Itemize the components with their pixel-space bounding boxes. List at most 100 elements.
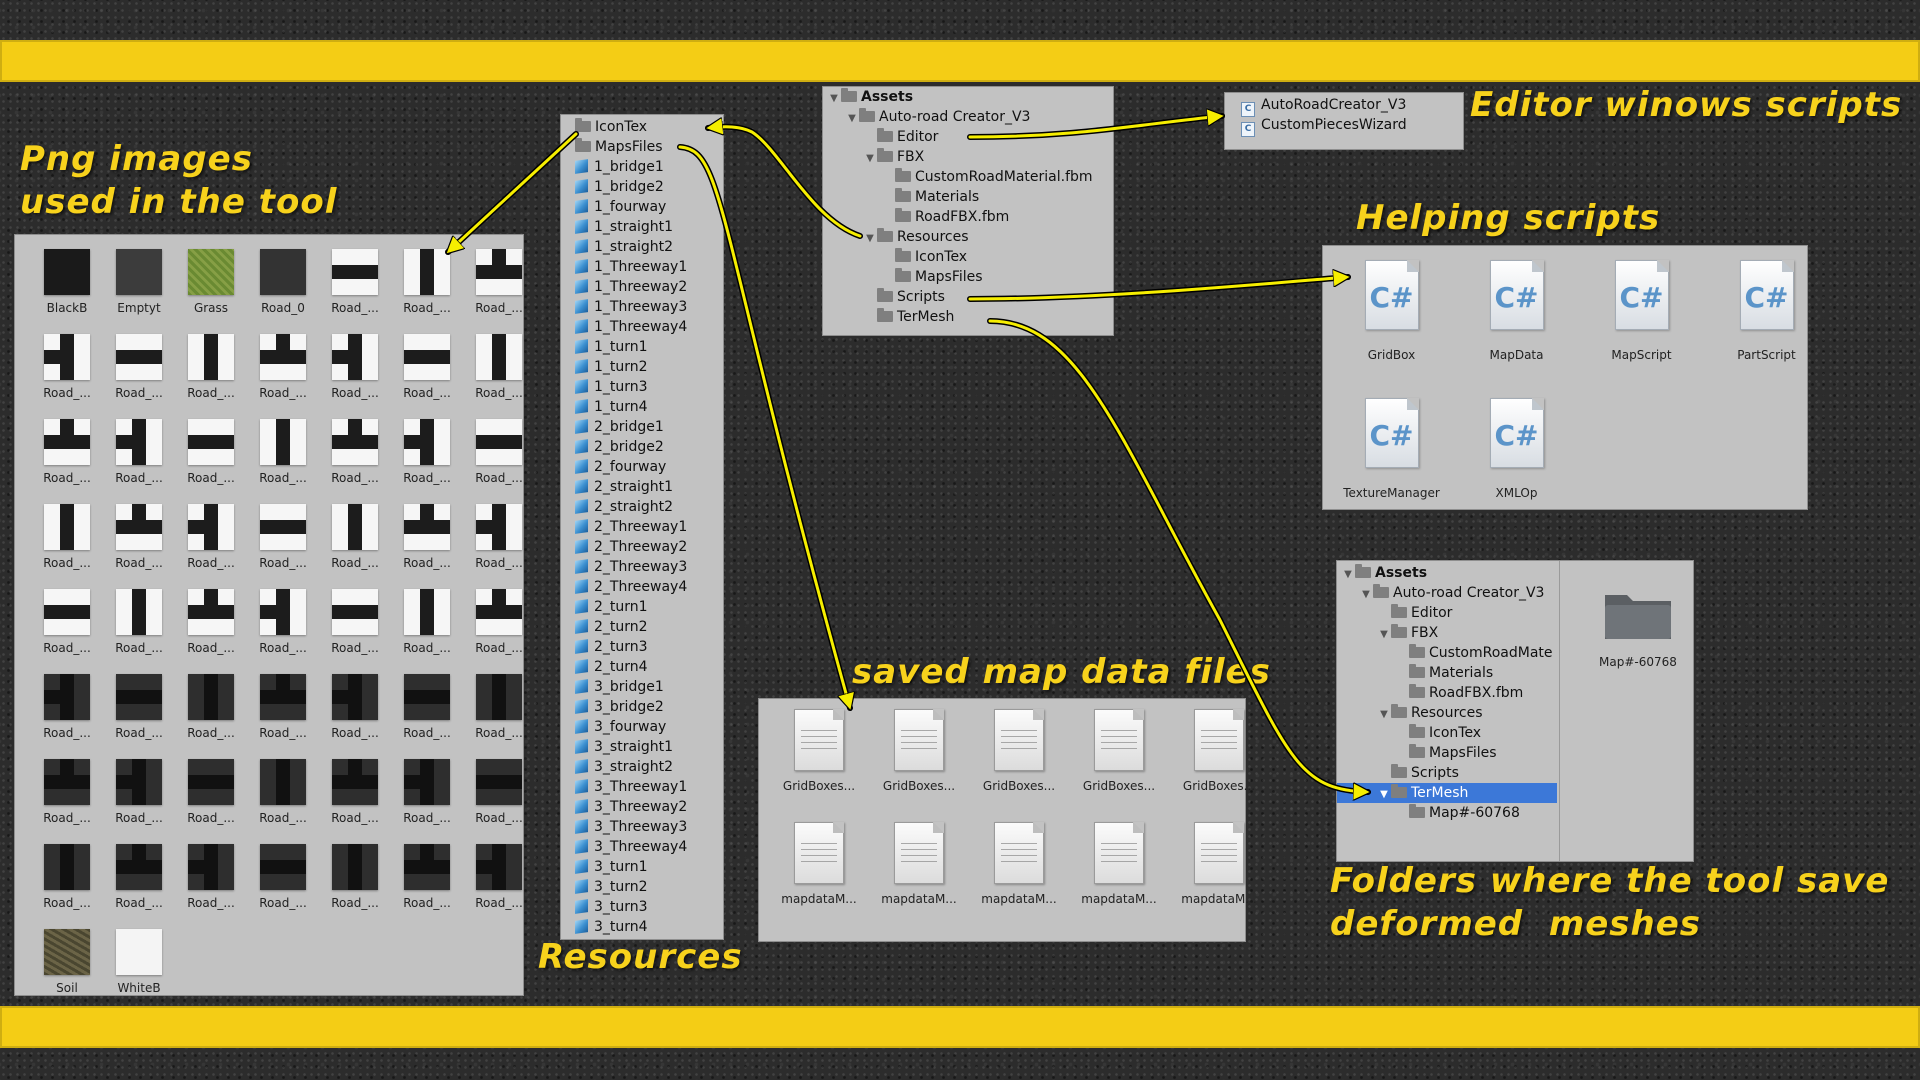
resource-prefab-item[interactable]: 3_straight2: [561, 757, 723, 777]
resource-prefab-item[interactable]: 3_turn4: [561, 917, 723, 937]
resource-prefab-item[interactable]: 1_Threeway4: [561, 317, 723, 337]
csharp-script-item[interactable]: C# PartScript: [1704, 260, 1829, 398]
resource-prefab-item[interactable]: 3_Threeway1: [561, 777, 723, 797]
expand-triangle-icon[interactable]: ▼: [827, 89, 841, 109]
texture-item[interactable]: Road_...: [319, 589, 391, 674]
tree-item[interactable]: ▼ Assets: [1337, 563, 1557, 583]
tree-item[interactable]: ▼ FBX: [1337, 623, 1557, 643]
texture-item[interactable]: Road_...: [247, 759, 319, 844]
tree-item[interactable]: ▼ Auto-road Creator_V3: [1337, 583, 1557, 603]
resource-prefab-item[interactable]: 1_fourway: [561, 197, 723, 217]
texture-item[interactable]: Emptyt: [103, 249, 175, 334]
texture-item[interactable]: Road_...: [31, 419, 103, 504]
expand-triangle-icon[interactable]: ▼: [863, 229, 877, 249]
texture-item[interactable]: Road_...: [31, 674, 103, 759]
expand-triangle-icon[interactable]: ▼: [1359, 585, 1373, 605]
texture-item[interactable]: Road_...: [391, 844, 463, 929]
texture-item[interactable]: Road_...: [247, 844, 319, 929]
texture-item[interactable]: Road_...: [391, 334, 463, 419]
resource-prefab-item[interactable]: 1_Threeway3: [561, 297, 723, 317]
resource-prefab-item[interactable]: 1_Threeway2: [561, 277, 723, 297]
texture-item[interactable]: Road_...: [103, 589, 175, 674]
texture-item[interactable]: Road_...: [319, 759, 391, 844]
texture-item[interactable]: BlackB: [31, 249, 103, 334]
expand-triangle-icon[interactable]: ▼: [863, 149, 877, 169]
resource-prefab-item[interactable]: 1_turn3: [561, 377, 723, 397]
tree-item[interactable]: ▼ TerMesh: [1337, 783, 1557, 803]
resource-prefab-item[interactable]: 3_straight1: [561, 737, 723, 757]
texture-item[interactable]: Road_...: [319, 249, 391, 334]
texture-item[interactable]: Road_...: [391, 674, 463, 759]
map-data-file[interactable]: mapdataM...: [769, 814, 869, 927]
texture-item[interactable]: Road_...: [175, 334, 247, 419]
resource-prefab-item[interactable]: 3_Threeway3: [561, 817, 723, 837]
texture-item[interactable]: Road_...: [103, 844, 175, 929]
csharp-script-item[interactable]: C# TextureManager: [1329, 398, 1454, 536]
texture-item[interactable]: Road_...: [103, 334, 175, 419]
resource-prefab-item[interactable]: 3_Threeway2: [561, 797, 723, 817]
resource-prefab-item[interactable]: 2_Threeway4: [561, 577, 723, 597]
tree-item[interactable]: ▼ Resources: [1337, 703, 1557, 723]
tree-item[interactable]: Scripts: [823, 287, 1113, 307]
texture-item[interactable]: Road_...: [463, 334, 535, 419]
texture-item[interactable]: Road_...: [175, 419, 247, 504]
texture-item[interactable]: Road_...: [247, 674, 319, 759]
texture-item[interactable]: Road_...: [391, 589, 463, 674]
resource-prefab-item[interactable]: 2_turn2: [561, 617, 723, 637]
texture-item[interactable]: Road_...: [103, 674, 175, 759]
texture-item[interactable]: Road_...: [31, 844, 103, 929]
resource-prefab-item[interactable]: 3_turn1: [561, 857, 723, 877]
map-data-file[interactable]: mapdataM...: [1169, 814, 1269, 927]
resource-prefab-item[interactable]: 1_straight2: [561, 237, 723, 257]
resource-prefab-item[interactable]: 2_turn4: [561, 657, 723, 677]
texture-item[interactable]: Road_...: [391, 759, 463, 844]
resource-folder-mapsfiles[interactable]: MapsFiles: [561, 137, 723, 157]
texture-item[interactable]: Road_0: [247, 249, 319, 334]
texture-item[interactable]: Road_...: [391, 504, 463, 589]
tree-item[interactable]: RoadFBX.fbm: [823, 207, 1113, 227]
csharp-script-item[interactable]: C# XMLOp: [1454, 398, 1579, 536]
texture-item[interactable]: Road_...: [463, 504, 535, 589]
resource-prefab-item[interactable]: 2_Threeway2: [561, 537, 723, 557]
tree-item[interactable]: CustomRoadMaterial.fbm: [823, 167, 1113, 187]
texture-item[interactable]: WhiteB: [103, 929, 175, 1014]
texture-item[interactable]: Road_...: [391, 419, 463, 504]
tree-item[interactable]: MapsFiles: [1337, 743, 1557, 763]
texture-item[interactable]: Road_...: [31, 759, 103, 844]
resource-prefab-item[interactable]: 3_turn2: [561, 877, 723, 897]
texture-item[interactable]: Road_...: [463, 249, 535, 334]
texture-item[interactable]: Grass: [175, 249, 247, 334]
editor-script-item[interactable]: C AutoRoadCreator_V3: [1241, 95, 1463, 117]
tree-item[interactable]: Map#-60768: [1337, 803, 1557, 823]
tree-item[interactable]: RoadFBX.fbm: [1337, 683, 1557, 703]
resource-prefab-item[interactable]: 2_turn1: [561, 597, 723, 617]
texture-item[interactable]: Road_...: [247, 504, 319, 589]
texture-item[interactable]: Road_...: [31, 504, 103, 589]
resource-prefab-item[interactable]: 2_bridge1: [561, 417, 723, 437]
texture-item[interactable]: Road_...: [175, 674, 247, 759]
tree-item[interactable]: ▼ Resources: [823, 227, 1113, 247]
tree-item[interactable]: CustomRoadMate: [1337, 643, 1557, 663]
texture-item[interactable]: Road_...: [319, 674, 391, 759]
expand-triangle-icon[interactable]: ▼: [1341, 565, 1355, 585]
texture-item[interactable]: Road_...: [319, 844, 391, 929]
texture-item[interactable]: Road_...: [175, 759, 247, 844]
map-data-file[interactable]: GridBoxes...: [869, 701, 969, 814]
expand-triangle-icon[interactable]: ▼: [845, 109, 859, 129]
texture-item[interactable]: Road_...: [319, 419, 391, 504]
map-data-file[interactable]: GridBoxes...: [1069, 701, 1169, 814]
editor-script-item[interactable]: C CustomPiecesWizard: [1241, 115, 1463, 137]
resource-prefab-item[interactable]: 2_straight1: [561, 477, 723, 497]
texture-item[interactable]: Road_...: [103, 759, 175, 844]
csharp-script-item[interactable]: C# MapScript: [1579, 260, 1704, 398]
tree-item[interactable]: Materials: [823, 187, 1113, 207]
texture-item[interactable]: Road_...: [463, 844, 535, 929]
map-data-file[interactable]: mapdataM...: [869, 814, 969, 927]
resource-prefab-item[interactable]: 2_straight2: [561, 497, 723, 517]
tree-item[interactable]: Editor: [823, 127, 1113, 147]
expand-triangle-icon[interactable]: ▼: [1377, 625, 1391, 645]
termesh-map-folder[interactable]: Map#-60768: [1593, 583, 1683, 669]
texture-item[interactable]: Road_...: [463, 419, 535, 504]
csharp-script-item[interactable]: C# GridBox: [1329, 260, 1454, 398]
resource-prefab-item[interactable]: 1_bridge2: [561, 177, 723, 197]
